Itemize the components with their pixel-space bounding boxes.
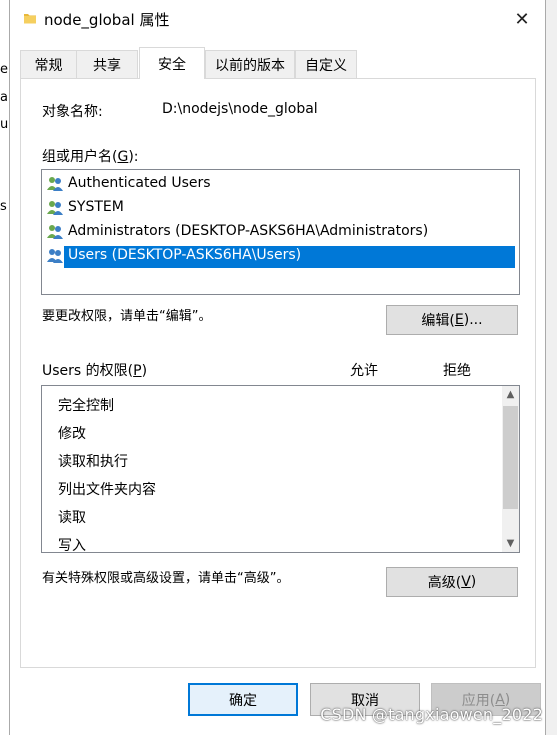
permissions-label: Users 的权限(P) (42, 360, 147, 380)
button-text: 确定 (229, 692, 257, 709)
permission-item: 写入 (58, 538, 86, 553)
list-item-authenticated-users[interactable]: Authenticated Users (44, 171, 515, 195)
scroll-thumb[interactable] (503, 406, 518, 509)
permission-item: 列出文件夹内容 (58, 482, 156, 498)
button-text: ) (470, 574, 477, 590)
tab-sharing[interactable]: 共享 (76, 50, 138, 78)
user-name: Authenticated Users (68, 175, 211, 191)
title-bar: node_global 属性 ✕ (10, 0, 545, 38)
tab-customize[interactable]: 自定义 (295, 50, 357, 78)
object-name-label: 对象名称: (42, 104, 103, 120)
permissions-list[interactable]: 完全控制 修改 读取和执行 列出文件夹内容 读取 写入 ▲ ▼ (41, 385, 520, 553)
ok-button[interactable]: 确定 (188, 683, 298, 716)
allow-column-header: 允许 (350, 363, 378, 379)
tab-label: 以前的版本 (215, 57, 285, 74)
tab-label: 常规 (34, 57, 63, 74)
advanced-hint: 有关特殊权限或高级设置，请单击“高级”。 (42, 571, 290, 586)
background-text-fragment: s (0, 199, 7, 214)
permissions-scrollbar[interactable]: ▲ ▼ (502, 386, 519, 552)
label-text: Users 的权限( (42, 363, 134, 379)
permission-item: 读取 (58, 510, 86, 526)
label-text: 组或用户名( (42, 149, 118, 165)
scroll-down-icon[interactable]: ▼ (502, 535, 519, 552)
object-name-value: D:\nodejs\node_global (162, 101, 318, 117)
permission-item: 完全控制 (58, 398, 114, 414)
user-group-icon (47, 201, 63, 215)
user-group-icon (47, 249, 63, 263)
user-group-list[interactable]: Authenticated Users SYSTEM Administrator… (41, 169, 520, 295)
tab-security[interactable]: 安全 (139, 47, 205, 79)
folder-icon (24, 14, 36, 24)
user-group-icon (47, 225, 63, 239)
tab-general[interactable]: 常规 (20, 50, 77, 78)
edit-button[interactable]: 编辑(E)... (386, 305, 518, 335)
permission-item: 读取和执行 (58, 454, 128, 470)
user-group-icon (47, 177, 63, 191)
background-text-fragment: e (0, 62, 8, 77)
scroll-up-icon[interactable]: ▲ (502, 386, 519, 403)
deny-column-header: 拒绝 (443, 363, 471, 379)
button-text: 高级( (427, 575, 462, 591)
edit-hint: 要更改权限，请单击“编辑”。 (42, 309, 212, 324)
user-name: SYSTEM (68, 199, 124, 215)
watermark: CSDN @tangxiaowen_2022 (320, 705, 543, 724)
close-icon: ✕ (514, 8, 530, 30)
list-item-system[interactable]: SYSTEM (44, 195, 515, 219)
properties-dialog: node_global 属性 ✕ 常规 共享 安全 以前的版本 自定义 对象名称… (9, 0, 546, 735)
accelerator-key: E (454, 312, 464, 328)
tab-strip: 常规 共享 安全 以前的版本 自定义 (10, 38, 545, 79)
security-panel: 对象名称: D:\nodejs\node_global 组或用户名(G): Au… (20, 78, 536, 668)
accelerator-key: G (117, 149, 129, 165)
tab-label: 共享 (93, 57, 121, 74)
tab-previous-versions[interactable]: 以前的版本 (205, 50, 295, 78)
label-text: ) (141, 363, 148, 379)
tab-label: 自定义 (305, 57, 347, 74)
accelerator-key: V (461, 574, 471, 590)
accelerator-key: P (133, 363, 142, 379)
list-item-administrators[interactable]: Administrators (DESKTOP-ASKS6HA\Administ… (44, 219, 515, 243)
close-button[interactable]: ✕ (499, 0, 545, 38)
button-text: 编辑( (421, 313, 455, 329)
tab-label: 安全 (158, 56, 186, 73)
group-users-label: 组或用户名(G): (42, 146, 139, 166)
permission-item: 修改 (58, 426, 86, 442)
label-text: ): (128, 149, 139, 165)
user-name: Users (DESKTOP-ASKS6HA\Users) (68, 247, 302, 263)
advanced-button[interactable]: 高级(V) (386, 567, 518, 597)
list-item-users-selected[interactable]: Users (DESKTOP-ASKS6HA\Users) (44, 243, 515, 267)
button-text: )... (463, 312, 483, 328)
user-name: Administrators (DESKTOP-ASKS6HA\Administ… (68, 223, 429, 239)
window-title: node_global 属性 (44, 11, 170, 29)
